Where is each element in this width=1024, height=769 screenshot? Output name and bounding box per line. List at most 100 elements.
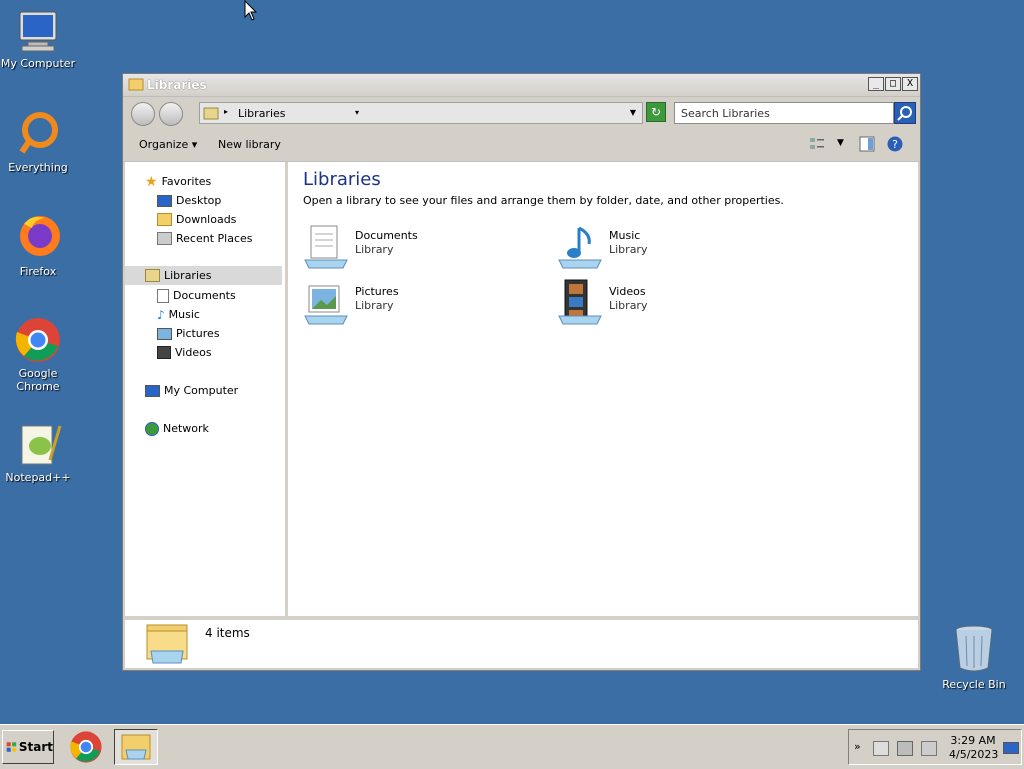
title-bar[interactable]: Libraries _ □ X <box>123 74 920 97</box>
folder-icon <box>128 78 144 91</box>
preview-pane-button[interactable] <box>859 136 875 155</box>
pictures-library-icon <box>304 285 348 325</box>
library-item-music[interactable]: Music Library <box>557 222 797 272</box>
windows-logo-icon <box>6 742 17 752</box>
desktop-icon-everything[interactable]: Everything <box>0 110 80 174</box>
breadcrumb-libraries[interactable]: Libraries <box>238 107 286 120</box>
network-status-icon[interactable] <box>897 741 913 756</box>
system-tray: » 3:29 AM 4/5/2023 <box>848 729 1022 765</box>
organize-label: Organize <box>139 138 189 151</box>
nav-label: Music <box>168 308 200 321</box>
breadcrumb-arrow-icon[interactable]: ▸ <box>224 107 228 116</box>
nav-item-music[interactable]: ♪ Music <box>157 305 200 324</box>
nav-label: Recent Places <box>176 232 253 245</box>
nav-item-documents[interactable]: Documents <box>157 286 236 305</box>
library-name: Documents <box>355 229 418 242</box>
nav-item-desktop[interactable]: Desktop <box>157 191 221 210</box>
address-dropdown-icon[interactable]: ▼ <box>630 108 636 117</box>
breadcrumb-arrow-icon[interactable]: ▾ <box>355 108 359 117</box>
nav-label: Network <box>163 422 209 435</box>
nav-label: Downloads <box>176 213 237 226</box>
recent-places-icon <box>157 232 172 245</box>
desktop-icon-google-chrome[interactable]: Google Chrome <box>0 316 80 393</box>
nav-label: Videos <box>175 346 212 359</box>
computer-icon <box>145 384 160 397</box>
library-type: Library <box>609 299 648 312</box>
refresh-button[interactable]: ↻ <box>646 102 666 122</box>
library-item-videos[interactable]: Videos Library <box>557 278 797 328</box>
recycle-bin-icon <box>955 625 993 672</box>
volume-muted-icon[interactable] <box>921 741 937 756</box>
desktop-icon-my-computer[interactable]: My Computer <box>0 10 80 70</box>
search-input[interactable]: Search Libraries <box>674 102 894 124</box>
videos-library-icon <box>558 279 602 325</box>
new-library-button[interactable]: New library <box>218 138 281 151</box>
address-bar[interactable]: ▸ Libraries ▾ ▼ <box>199 102 643 124</box>
folder-icon <box>121 734 151 760</box>
maximize-button[interactable]: □ <box>885 77 901 91</box>
desktop-icon-firefox[interactable]: Firefox <box>0 212 80 278</box>
search-icon <box>897 106 912 121</box>
page-description: Open a library to see your files and arr… <box>303 194 784 207</box>
view-dropdown-icon[interactable]: ▼ <box>837 138 844 148</box>
content-area: ★ Favorites Desktop Downloads Recent Pla… <box>125 162 918 616</box>
view-options-icon <box>810 138 824 149</box>
back-button[interactable] <box>131 102 155 126</box>
nav-label: Desktop <box>176 194 222 207</box>
nav-item-downloads[interactable]: Downloads <box>157 210 236 229</box>
desktop-icon-label: Notepad++ <box>5 471 71 484</box>
nav-item-my-computer[interactable]: My Computer <box>145 381 238 400</box>
command-bar: Organize ▾ New library ▼ ? <box>123 129 920 162</box>
library-type: Library <box>355 299 394 312</box>
search-button[interactable] <box>894 102 916 124</box>
nav-item-videos[interactable]: Videos <box>157 343 212 362</box>
change-view-button[interactable] <box>809 136 825 155</box>
desktop-icon-label: My Computer <box>0 57 76 70</box>
clock[interactable]: 3:29 AM 4/5/2023 <box>949 734 999 762</box>
desktop-icon-recycle-bin[interactable]: Recycle Bin <box>932 624 1016 691</box>
forward-button[interactable] <box>159 102 183 126</box>
taskbar-chrome-button[interactable] <box>64 729 108 765</box>
library-type: Library <box>355 243 394 256</box>
explorer-window[interactable]: Libraries _ □ X ▸ Libraries ▾ ▼ ↻ Search… <box>122 73 921 671</box>
nav-label: Libraries <box>164 269 212 282</box>
show-desktop-icon[interactable] <box>1003 742 1019 754</box>
nav-item-pictures[interactable]: Pictures <box>157 324 220 343</box>
close-button[interactable]: X <box>902 77 918 91</box>
nav-item-recent-places[interactable]: Recent Places <box>157 229 253 248</box>
star-icon: ★ <box>145 173 158 190</box>
clock-date: 4/5/2023 <box>949 748 999 761</box>
start-button[interactable]: Start <box>2 730 54 764</box>
library-item-documents[interactable]: Documents Library <box>303 222 543 272</box>
organize-button[interactable]: Organize ▾ <box>139 138 197 151</box>
firefox-icon <box>20 216 60 256</box>
mouse-cursor-icon <box>244 0 258 21</box>
downloads-folder-icon <box>157 213 172 226</box>
desktop-icon-notepadpp[interactable]: Notepad++ <box>0 420 80 484</box>
libraries-icon <box>203 107 219 120</box>
minimize-button[interactable]: _ <box>868 77 884 91</box>
library-item-pictures[interactable]: Pictures Library <box>303 278 543 328</box>
taskbar-explorer-button[interactable] <box>114 729 158 765</box>
chrome-icon <box>15 318 60 362</box>
action-center-flag-icon[interactable] <box>873 741 889 756</box>
details-pane: 4 items <box>125 620 918 668</box>
taskbar: Start » 3:29 AM 4/5/2023 <box>0 724 1024 769</box>
nav-item-network[interactable]: Network <box>145 419 209 438</box>
help-button[interactable]: ? <box>887 136 903 155</box>
nav-item-favorites[interactable]: ★ Favorites <box>145 172 211 191</box>
chrome-icon <box>70 731 102 763</box>
nav-item-libraries[interactable]: Libraries <box>125 266 282 285</box>
page-title: Libraries <box>303 169 381 190</box>
desktop-icon-label: Google Chrome <box>16 367 60 393</box>
nav-label: My Computer <box>164 384 239 397</box>
notepadpp-icon <box>21 425 62 465</box>
preview-pane-icon <box>859 136 875 152</box>
videos-icon <box>157 346 171 359</box>
main-pane: Libraries Open a library to see your fil… <box>288 162 918 616</box>
libraries-icon <box>145 269 160 282</box>
computer-icon <box>19 11 57 52</box>
desktop-icon <box>157 194 172 207</box>
library-type: Library <box>609 243 648 256</box>
tray-expand-button[interactable]: » <box>854 740 861 753</box>
